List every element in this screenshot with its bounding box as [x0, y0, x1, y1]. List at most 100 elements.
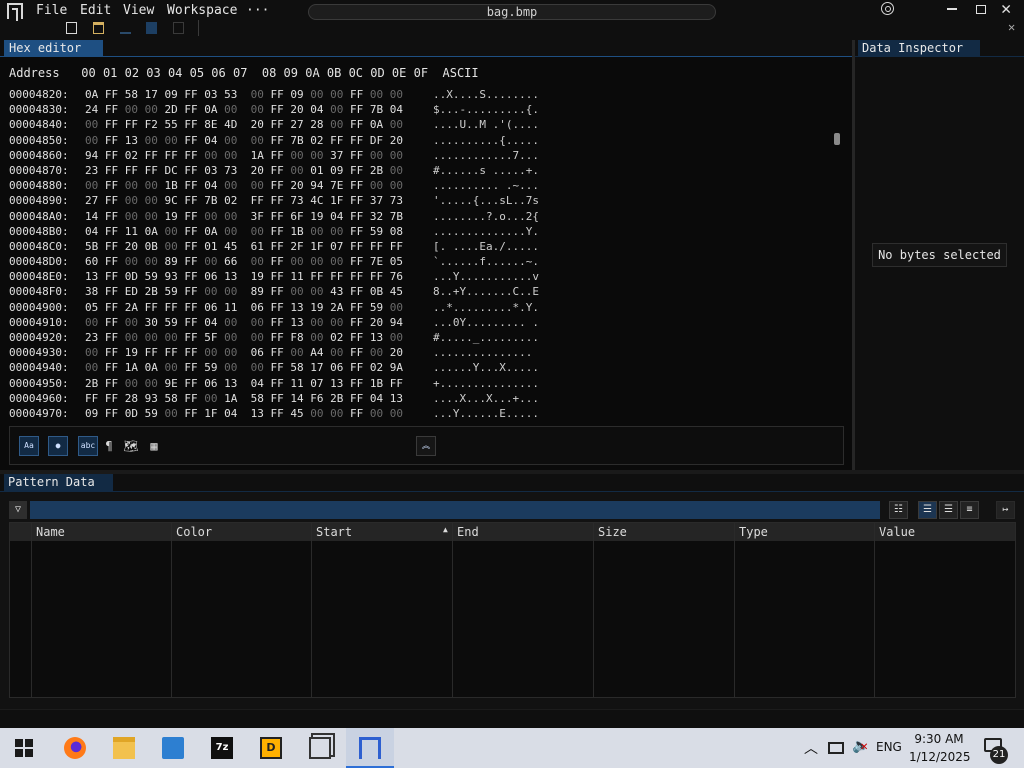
new-file-icon[interactable]: [66, 22, 77, 34]
hex-row[interactable]: 00004920: 23 FF 00 00 00 FF 5F 00 00 FF F…: [9, 331, 829, 346]
hex-row[interactable]: 00004840: 00 FF FF F2 55 FF 8E 4D 20 FF 2…: [9, 118, 829, 133]
hex-row-bytes[interactable]: 14 FF 00 00 19 FF 00 00 3F FF 6F 19 04 F…: [85, 210, 403, 223]
taskbar-7zip[interactable]: 7z: [198, 728, 246, 768]
collapse-all-icon[interactable]: ≡: [960, 501, 979, 519]
hex-row-ascii[interactable]: [. ....Ea./.....: [433, 240, 539, 253]
hex-row[interactable]: 00004820: 0A FF 58 17 09 FF 03 53 00 FF 0…: [9, 88, 829, 103]
hex-row-bytes[interactable]: 24 FF 00 00 2D FF 0A 00 00 FF 20 04 00 F…: [85, 103, 403, 116]
hex-row-bytes[interactable]: 09 FF 0D 59 00 FF 1F 04 13 FF 45 00 00 F…: [85, 407, 403, 420]
hex-row-bytes[interactable]: 38 FF ED 2B 59 FF 00 00 89 FF 00 00 43 F…: [85, 285, 403, 298]
hex-row-ascii[interactable]: .......... .~...: [433, 179, 539, 192]
hex-row[interactable]: 00004890: 27 FF 00 00 9C FF 7B 02 FF FF 7…: [9, 194, 829, 209]
taskbar-network-app[interactable]: [149, 728, 197, 768]
hex-row[interactable]: 00004830: 24 FF 00 00 2D FF 0A 00 00 FF 2…: [9, 103, 829, 118]
hex-row[interactable]: 00004930: 00 FF 19 FF FF FF 00 00 06 FF 0…: [9, 346, 829, 361]
hex-row[interactable]: 000048F0: 38 FF ED 2B 59 FF 00 00 89 FF 0…: [9, 285, 829, 300]
hex-rows[interactable]: 00004820: 0A FF 58 17 09 FF 03 53 00 FF 0…: [9, 88, 829, 422]
menu-file[interactable]: File: [36, 3, 67, 18]
hex-row-bytes[interactable]: 00 FF FF F2 55 FF 8E 4D 20 FF 27 28 00 F…: [85, 118, 403, 131]
taskbar-firefox[interactable]: [51, 728, 99, 768]
ascii-toggle[interactable]: abc: [78, 436, 98, 456]
hex-row-ascii[interactable]: ......Y...X.....: [433, 361, 539, 374]
hex-row[interactable]: 000048A0: 14 FF 00 00 19 FF 00 00 3F FF 6…: [9, 210, 829, 225]
menu-view[interactable]: View: [123, 3, 154, 18]
network-icon[interactable]: [828, 742, 844, 754]
hex-row-ascii[interactable]: 8..+Y.......C..E: [433, 285, 539, 298]
hex-row-bytes[interactable]: 27 FF 00 00 9C FF 7B 02 FF FF 73 4C 1F F…: [85, 194, 403, 207]
hex-row[interactable]: 00004900: 05 FF 2A FF FF FF 06 11 06 FF 1…: [9, 301, 829, 316]
hex-row[interactable]: 00004850: 00 FF 13 00 00 FF 04 00 00 FF 7…: [9, 134, 829, 149]
pilcrow-icon[interactable]: ¶: [99, 436, 119, 456]
hex-row-ascii[interactable]: ............7...: [433, 149, 539, 162]
map-icon[interactable]: 🗺: [121, 436, 141, 456]
expand-all-icon[interactable]: ☰: [939, 501, 958, 519]
hex-row-ascii[interactable]: #......s .....+.: [433, 164, 539, 177]
hex-row-bytes[interactable]: 00 FF 1A 0A 00 FF 59 00 00 FF 58 17 06 F…: [85, 361, 403, 374]
hex-scrollbar[interactable]: [834, 133, 840, 145]
start-button[interactable]: [0, 728, 48, 768]
taskbar-imhex[interactable]: [346, 728, 394, 768]
hex-row-bytes[interactable]: 00 FF 13 00 00 FF 04 00 00 FF 7B 02 FF F…: [85, 134, 403, 147]
hex-row-ascii[interactable]: ....U..M .'(....: [433, 118, 539, 131]
table-icon[interactable]: ▦: [144, 436, 164, 456]
hex-row[interactable]: 00004880: 00 FF 00 00 1B FF 04 00 00 FF 2…: [9, 179, 829, 194]
hex-row[interactable]: 00004970: 09 FF 0D 59 00 FF 1F 04 13 FF 4…: [9, 407, 829, 422]
hex-row-ascii[interactable]: `......f......~.: [433, 255, 539, 268]
taskbar-task-view[interactable]: [296, 728, 344, 768]
hex-row[interactable]: 000048E0: 13 FF 0D 59 93 FF 06 13 19 FF 1…: [9, 270, 829, 285]
hex-row[interactable]: 000048B0: 04 FF 11 0A 00 FF 0A 00 00 FF 1…: [9, 225, 829, 240]
hex-row-ascii[interactable]: ...Y......E.....: [433, 407, 539, 420]
show-hidden-icons-chevron-icon[interactable]: ︿: [804, 738, 818, 758]
column-header-name[interactable]: Name: [36, 523, 65, 541]
minimize-button[interactable]: [947, 8, 957, 10]
taskbar-dbeaver[interactable]: D: [247, 728, 295, 768]
save-icon[interactable]: [146, 22, 157, 34]
tab-data-inspector[interactable]: Data Inspector: [858, 40, 980, 56]
hex-row-ascii[interactable]: ....X...X...+...: [433, 392, 539, 405]
hex-row-ascii[interactable]: ..*.........*.Y.: [433, 301, 539, 314]
taskbar-file-explorer[interactable]: [100, 728, 148, 768]
hex-row-ascii[interactable]: #....._.........: [433, 331, 539, 344]
hex-row[interactable]: 00004960: FF FF 28 93 58 FF 00 1A 58 FF 1…: [9, 392, 829, 407]
hex-row-bytes[interactable]: 00 FF 00 30 59 FF 04 00 00 FF 13 00 00 F…: [85, 316, 403, 329]
hex-row-ascii[interactable]: ........?.o...2{: [433, 210, 539, 223]
hex-row-bytes[interactable]: FF FF 28 93 58 FF 00 1A 58 FF 14 F6 2B F…: [85, 392, 403, 405]
export-icon[interactable]: ↦: [996, 501, 1015, 519]
hex-row-ascii[interactable]: ...0Y......... .: [433, 316, 539, 329]
menu-more[interactable]: ···: [246, 3, 269, 18]
tab-pattern-data[interactable]: Pattern Data: [4, 474, 113, 491]
menu-workspace[interactable]: Workspace: [167, 3, 237, 18]
undo-icon[interactable]: [120, 22, 131, 34]
close-view-button[interactable]: ✕: [1008, 20, 1015, 34]
hex-row-ascii[interactable]: ..........{.....: [433, 134, 539, 147]
clock-date[interactable]: 1/12/2025: [909, 750, 971, 764]
pattern-filter-input[interactable]: [30, 501, 880, 519]
hex-row-ascii[interactable]: ..............Y.: [433, 225, 539, 238]
hex-row-ascii[interactable]: '.....{...sL..7s: [433, 194, 539, 207]
hex-row-ascii[interactable]: +...............: [433, 377, 539, 390]
tab-hex-editor[interactable]: Hex editor: [4, 40, 103, 56]
hex-row-bytes[interactable]: 5B FF 20 0B 00 FF 01 45 61 FF 2F 1F 07 F…: [85, 240, 403, 253]
hex-row[interactable]: 00004860: 94 FF 02 FF FF FF 00 00 1A FF 0…: [9, 149, 829, 164]
hex-row[interactable]: 00004910: 00 FF 00 30 59 FF 04 00 00 FF 1…: [9, 316, 829, 331]
column-header-color[interactable]: Color: [176, 523, 212, 541]
hex-row[interactable]: 00004950: 2B FF 00 00 9E FF 06 13 04 FF 1…: [9, 377, 829, 392]
hex-row-bytes[interactable]: 0A FF 58 17 09 FF 03 53 00 FF 09 00 00 F…: [85, 88, 403, 101]
hex-row[interactable]: 000048D0: 60 FF 00 00 89 FF 00 66 00 FF 0…: [9, 255, 829, 270]
column-header-size[interactable]: Size: [598, 523, 627, 541]
hex-row-bytes[interactable]: 23 FF 00 00 00 FF 5F 00 00 FF F8 00 02 F…: [85, 331, 403, 344]
open-file-icon[interactable]: [93, 22, 104, 34]
hex-row-ascii[interactable]: ..X....S........: [433, 88, 539, 101]
column-header-type[interactable]: Type: [739, 523, 768, 541]
hex-row[interactable]: 000048C0: 5B FF 20 0B 00 FF 01 45 61 FF 2…: [9, 240, 829, 255]
collapse-footer-icon[interactable]: ︽: [416, 436, 436, 456]
hex-row-bytes[interactable]: 00 FF 19 FF FF FF 00 00 06 FF 00 A4 00 F…: [85, 346, 403, 359]
save-as-icon[interactable]: [173, 22, 184, 34]
hex-row-bytes[interactable]: 05 FF 2A FF FF FF 06 11 06 FF 13 19 2A F…: [85, 301, 403, 314]
hex-row-bytes[interactable]: 23 FF FF FF DC FF 03 73 20 FF 00 01 09 F…: [85, 164, 403, 177]
hex-row-ascii[interactable]: ...Y...........v: [433, 270, 539, 283]
close-button[interactable]: ✕: [1001, 0, 1011, 19]
hex-row-bytes[interactable]: 2B FF 00 00 9E FF 06 13 04 FF 11 07 13 F…: [85, 377, 403, 390]
hex-row[interactable]: 00004940: 00 FF 1A 0A 00 FF 59 00 00 FF 5…: [9, 361, 829, 376]
hex-row-ascii[interactable]: $...-.........{.: [433, 103, 539, 116]
